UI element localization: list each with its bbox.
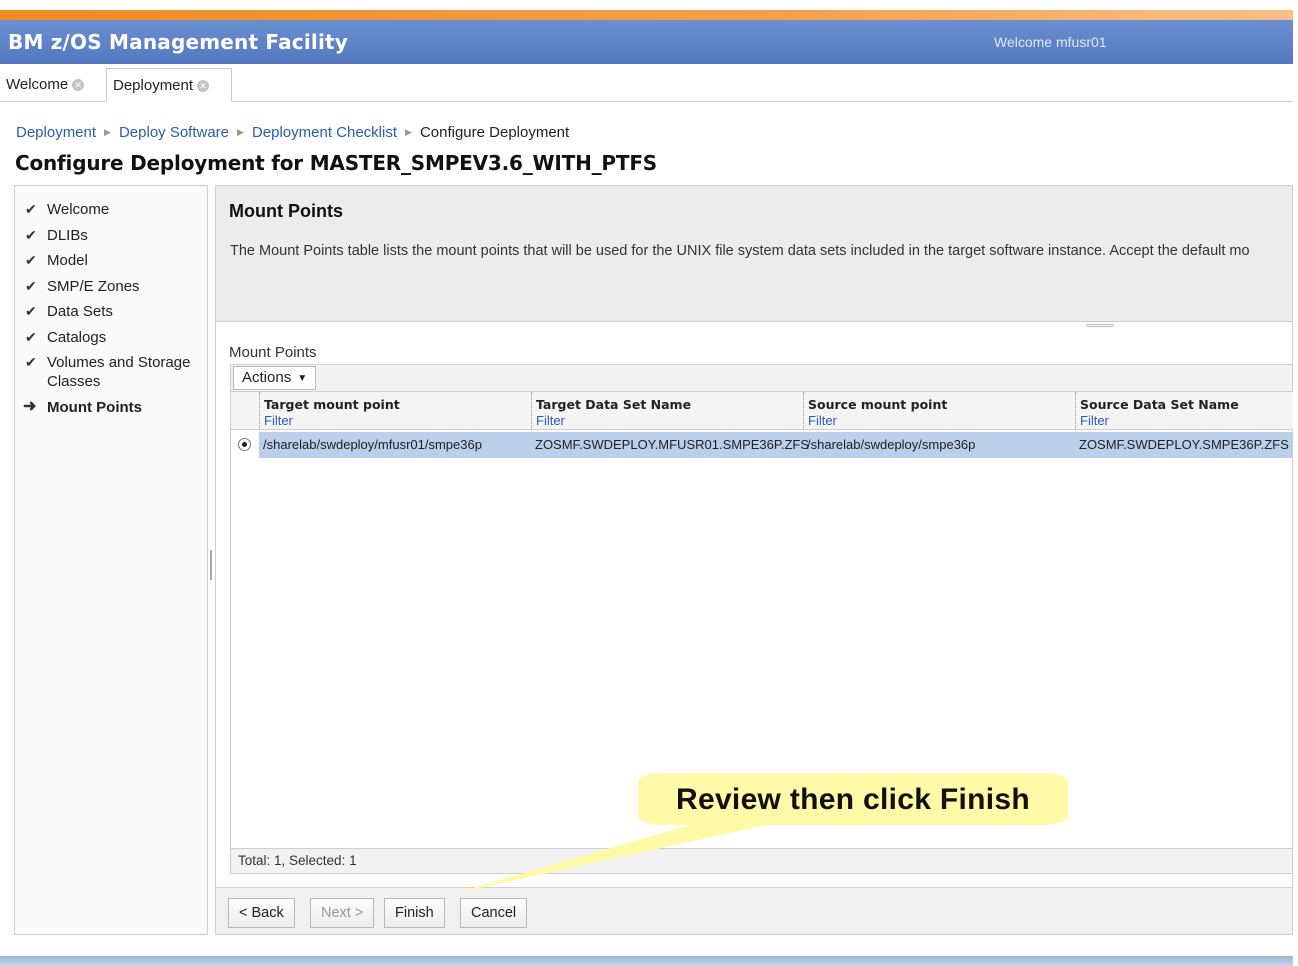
step-label: DLIBs (47, 226, 88, 244)
chevron-right-icon: ▶ (405, 127, 412, 137)
step-label: SMP/E Zones (47, 277, 140, 295)
caret-down-icon: ▼ (297, 373, 308, 384)
app-title: BM z/OS Management Facility (8, 30, 349, 54)
arrow-right-icon: ➜ (23, 397, 37, 415)
resize-grip[interactable] (1086, 324, 1114, 327)
step-data-sets[interactable]: ✔ Data Sets (23, 302, 207, 321)
table-footer: Total: 1, Selected: 1 (230, 848, 1292, 874)
breadcrumb-deployment-checklist[interactable]: Deployment Checklist (252, 124, 397, 141)
callout-annotation: Review then click Finish (638, 773, 1068, 825)
tab-deployment-label: Deployment (113, 77, 194, 94)
app-header: BM z/OS Management Facility Welcome mfus… (0, 20, 1293, 64)
step-model[interactable]: ✔ Model (23, 251, 207, 270)
select-column-header (231, 392, 259, 430)
step-catalogs[interactable]: ✔ Catalogs (23, 328, 207, 347)
table-caption: Mount Points (229, 344, 317, 361)
tab-welcome-label: Welcome (6, 76, 69, 93)
step-label: Volumes and Storage Classes (47, 354, 191, 390)
column-header-label: Source Data Set Name (1080, 397, 1239, 412)
radio-selected-dot (242, 442, 247, 447)
checkmark-icon: ✔ (25, 354, 37, 370)
row-cells: /sharelab/swdeploy/mfusr01/smpe36p ZOSMF… (259, 432, 1293, 458)
tab-deployment[interactable]: Deployment ✕ (106, 68, 232, 102)
step-label: Mount Points (47, 398, 142, 416)
next-button[interactable]: Next > (310, 898, 375, 928)
column-header-source-mount-point[interactable]: Source mount point Filter (803, 392, 1075, 430)
cell-source-data-set-name: ZOSMF.SWDEPLOY.SMPE36P.ZFS (1079, 437, 1289, 452)
breadcrumb-current: Configure Deployment (419, 124, 570, 141)
section-description: The Mount Points table lists the mount p… (230, 243, 1250, 259)
table-row[interactable]: /sharelab/swdeploy/mfusr01/smpe36p ZOSMF… (231, 432, 1293, 458)
top-accent-strip (0, 10, 1293, 20)
checkmark-icon: ✔ (25, 252, 37, 268)
cell-target-data-set-name: ZOSMF.SWDEPLOY.MFUSR01.SMPE36P.ZFS (535, 437, 810, 452)
callout-text: Review then click Finish (676, 783, 1030, 816)
filter-link[interactable]: Filter (808, 413, 837, 428)
steps-list: ✔ Welcome ✔ DLIBs ✔ Model ✔ SMP/E Zones ✔ Dat… (23, 200, 207, 423)
column-header-label: Target Data Set Name (536, 397, 692, 412)
actions-menu-button[interactable]: Actions ▼ (233, 366, 317, 390)
panel-splitter-handle[interactable] (210, 550, 212, 580)
bottom-taskbar-strip (0, 956, 1293, 966)
breadcrumb-deploy-software[interactable]: Deploy Software (119, 124, 229, 141)
step-label: Catalogs (47, 328, 107, 346)
row-select-radio[interactable] (238, 438, 251, 451)
tab-bar: Welcome ✕ Deployment ✕ (0, 64, 1293, 102)
cell-source-mount-point: /sharelab/swdeploy/smpe36p (807, 437, 976, 452)
checkmark-icon: ✔ (25, 328, 37, 345)
chevron-right-icon: ▶ (104, 127, 111, 137)
steps-panel: ✔ Welcome ✔ DLIBs ✔ Model ✔ SMP/E Zones ✔ Dat… (14, 185, 208, 935)
filter-link[interactable]: Filter (264, 413, 293, 428)
back-button[interactable]: < Back (228, 898, 295, 928)
row-select-cell (231, 432, 259, 458)
step-mount-points[interactable]: ➜ Mount Points (23, 398, 207, 417)
finish-button[interactable]: Finish (384, 898, 445, 928)
page-title: Configure Deployment for MASTER_SMPEV3.6… (15, 151, 657, 175)
column-header-target-data-set-name[interactable]: Target Data Set Name Filter (531, 392, 803, 430)
column-header-source-data-set-name[interactable]: Source Data Set Name Filter (1075, 392, 1293, 430)
tab-welcome[interactable]: Welcome ✕ (0, 68, 102, 102)
actions-label: Actions (242, 369, 292, 386)
filter-link[interactable]: Filter (1080, 413, 1109, 428)
close-icon[interactable]: ✕ (197, 80, 210, 92)
filter-link[interactable]: Filter (536, 413, 565, 428)
column-header-label: Source mount point (808, 397, 948, 412)
chevron-right-icon: ▶ (237, 127, 244, 137)
step-volumes-storage-classes[interactable]: ✔ Volumes and Storage Classes (23, 353, 207, 391)
step-label: Model (47, 252, 88, 269)
step-smpe-zones[interactable]: ✔ SMP/E Zones (23, 277, 207, 296)
cell-target-mount-point: /sharelab/swdeploy/mfusr01/smpe36p (263, 437, 482, 452)
column-header-label: Target mount point (264, 397, 400, 412)
cancel-button[interactable]: Cancel (460, 898, 528, 928)
checkmark-icon: ✔ (25, 277, 37, 294)
wizard-button-bar: < Back Next > Finish Cancel (216, 887, 1292, 934)
section-description-area: Mount Points The Mount Points table list… (216, 186, 1292, 322)
table-toolbar: Actions ▼ (230, 364, 1292, 392)
welcome-user-text: Welcome mfusr01 (994, 34, 1107, 50)
step-dlibs[interactable]: ✔ DLIBs (23, 226, 207, 245)
close-icon[interactable]: ✕ (72, 79, 85, 91)
breadcrumb-deployment[interactable]: Deployment (16, 124, 96, 141)
table-total-selected: Total: 1, Selected: 1 (238, 853, 357, 868)
checkmark-icon: ✔ (25, 201, 37, 217)
breadcrumb: Deployment ▶ Deploy Software ▶ Deployment Ch… (16, 124, 569, 141)
column-header-target-mount-point[interactable]: Target mount point Filter (259, 392, 531, 430)
step-label: Data Sets (47, 303, 113, 320)
section-title: Mount Points (229, 201, 343, 221)
step-welcome[interactable]: ✔ Welcome (23, 200, 207, 219)
step-label: Welcome (47, 201, 110, 218)
checkmark-icon: ✔ (25, 303, 37, 319)
checkmark-icon: ✔ (25, 226, 37, 243)
